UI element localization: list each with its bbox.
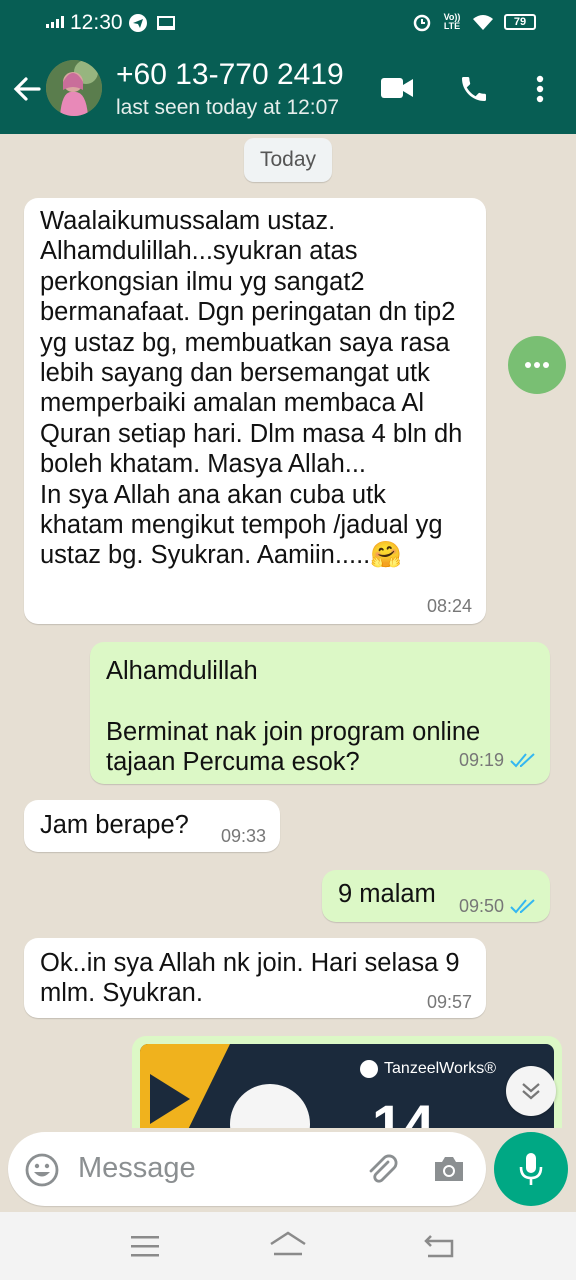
screen-icon <box>157 16 175 30</box>
message-time: 09:57 <box>426 992 472 1012</box>
dots-icon <box>525 362 549 368</box>
system-navigation-bar <box>0 1212 576 1280</box>
message-text: Ok..in sya Allah nk join. Hari selasa 9 … <box>40 949 460 1008</box>
read-ticks-icon <box>510 899 535 914</box>
camera-icon[interactable] <box>432 1154 466 1184</box>
double-chevron-down-icon <box>522 1083 540 1100</box>
brand-text: TanzeelWorks® <box>384 1060 496 1077</box>
microphone-icon <box>519 1153 543 1185</box>
brand-mark-icon <box>360 1060 379 1078</box>
avatar-image <box>46 60 102 116</box>
poster-number: 14 <box>372 1093 434 1128</box>
message-input[interactable]: Message <box>8 1132 486 1206</box>
message-time: 09:50 <box>458 896 504 916</box>
alarm-icon <box>413 14 431 32</box>
message-incoming[interactable]: Waalaikumussalam ustaz. Alhamdulillah...… <box>24 198 486 624</box>
message-meta: 09:33 <box>221 826 266 846</box>
date-chip: Today <box>244 138 332 182</box>
voice-message-button[interactable] <box>494 1132 568 1206</box>
message-incoming[interactable]: Jam berape? 09:33 <box>24 800 280 852</box>
back-nav-icon[interactable] <box>424 1232 456 1260</box>
telegram-icon <box>129 14 147 32</box>
message-outgoing[interactable]: Alhamdulillah Berminat nak join program … <box>90 642 550 784</box>
contact-name[interactable]: +60 13-770 2419 <box>116 58 344 92</box>
volte-icon: Vo)) LTE <box>443 12 461 31</box>
status-time: 12:30 <box>70 11 123 34</box>
attach-icon[interactable] <box>364 1152 398 1186</box>
message-time: 09:19 <box>458 750 504 770</box>
home-icon[interactable] <box>268 1230 308 1260</box>
status-right-icons: Vo)) LTE 79 <box>412 12 536 32</box>
status-bar: 12:30 Vo)) LTE 79 <box>0 0 576 46</box>
floating-options-button[interactable] <box>508 336 566 394</box>
recent-apps-icon[interactable] <box>130 1234 160 1258</box>
message-text: Waalaikumussalam ustaz. Alhamdulillah...… <box>40 207 463 570</box>
poster-graphic: 14 <box>140 1044 434 1128</box>
contact-avatar[interactable] <box>46 60 102 116</box>
back-arrow-icon[interactable] <box>12 74 42 104</box>
message-incoming[interactable]: Ok..in sya Allah nk join. Hari selasa 9 … <box>24 938 486 1018</box>
input-bar: Message <box>0 1128 576 1212</box>
chat-area[interactable]: Today Waalaikumussalam ustaz. Alhamdulil… <box>0 134 576 1128</box>
signal-dots-icon <box>46 16 64 28</box>
status-left-icons <box>128 13 176 33</box>
battery-icon: 79 <box>504 14 536 30</box>
image-message[interactable]: 14 TanzeelWorks® <box>132 1036 562 1128</box>
video-call-icon[interactable] <box>380 76 414 100</box>
emoji-icon[interactable] <box>24 1152 60 1188</box>
message-meta: 08:24 <box>427 596 472 616</box>
chat-header: +60 13-770 2419 last seen today at 12:07 <box>0 46 576 134</box>
wifi-icon <box>473 15 493 30</box>
message-meta: 09:19 <box>459 750 536 770</box>
last-seen-status: last seen today at 12:07 <box>116 96 339 119</box>
more-options-icon[interactable] <box>533 74 547 104</box>
brand-logo: TanzeelWorks® <box>360 1060 496 1078</box>
scroll-to-bottom-button[interactable] <box>506 1066 556 1116</box>
message-meta: 09:50 <box>459 896 536 916</box>
message-time: 09:33 <box>220 826 266 846</box>
message-outgoing[interactable]: 9 malam 09:50 <box>322 870 550 922</box>
read-ticks-icon <box>510 753 535 768</box>
voice-call-icon[interactable] <box>458 73 490 105</box>
message-meta: 09:57 <box>427 992 472 1012</box>
image-thumbnail[interactable]: 14 TanzeelWorks® <box>140 1044 554 1128</box>
message-time: 08:24 <box>426 596 472 616</box>
message-placeholder: Message <box>78 1152 196 1184</box>
